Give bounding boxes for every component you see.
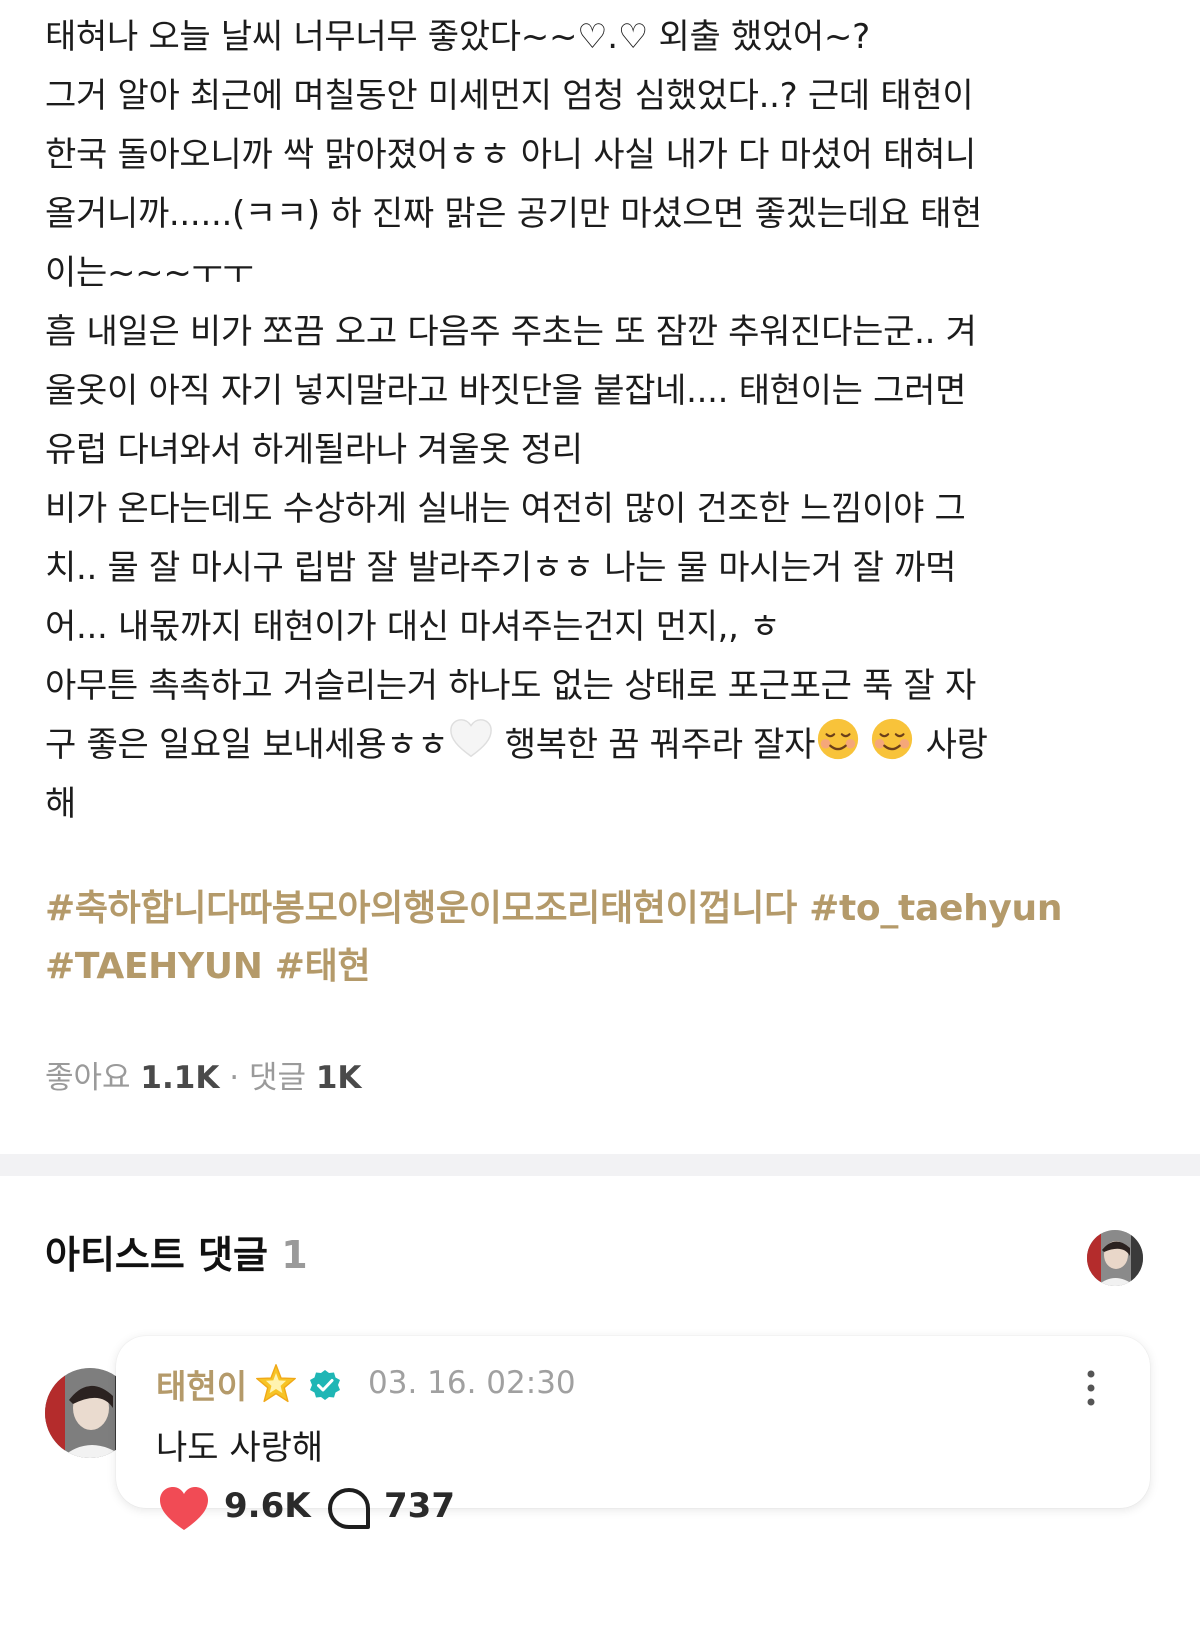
hashtag-link[interactable]: #축하합니다따봉모아의행운이모조리태현이껍니다 [45,888,797,929]
post-text-line: 울옷이 아직 자기 넣지말라고 바짓단을 붙잡네.... 태현이는 그러면 [45,371,967,411]
post-text-line: 해 [45,784,76,824]
smiling-face-icon [872,718,913,760]
avatar-photo [1087,1230,1143,1286]
post-text-line: 비가 온다는데도 수상하게 실내는 여전히 많이 건조한 느낌이야 그 [45,489,966,529]
artist-avatar-small[interactable] [1087,1230,1143,1286]
hashtag-link[interactable]: #태현 [275,946,371,987]
post-text-line: 그거 알아 최근에 며칠동안 미세먼지 엄청 심했었다..? 근데 태현이 [45,76,974,116]
post-stats: 좋아요 1.1K · 댓글 1K [45,1052,361,1097]
white-heart-icon [450,719,493,758]
smiling-face-icon [818,718,859,760]
comment-actions: 9.6K 737 [158,1476,558,1546]
post-text-line: 아무튼 촉촉하고 거슬리는거 하나도 없는 상태로 포근포근 푹 잘 자 [45,666,977,706]
comment-text: 나도 사랑해 [156,1428,324,1468]
post-text-line: 한국 돌아오니까 싹 맑아졌어ㅎㅎ 아니 사실 내가 다 마셨어 태혀니 [45,135,977,175]
comments-label: 댓글 [248,1060,306,1096]
verified-badge-icon [310,1370,340,1400]
section-divider [0,1154,1200,1176]
artist-comments-title: 아티스트 댓글 1 [45,1224,308,1279]
heart-icon [160,1487,208,1530]
post-text-line: 올거니까......(ㅋㅋ) 하 진짜 맑은 공기만 마셨으면 좋겠는데요 태현 [45,194,983,234]
like-count: 9.6K [224,1486,311,1526]
hashtag-line: #TAEHYUN #태현 [45,938,1155,996]
artist-comments-section: 아티스트 댓글 1 태현이 03. 16. 02:30 나도 사랑해 9.6K … [0,1176,1200,1645]
more-options-icon[interactable] [1076,1366,1106,1410]
artist-comments-count: 1 [281,1233,308,1277]
comment-timestamp: 03. 16. 02:30 [368,1365,576,1401]
post-text-line: 태혀나 오늘 날씨 너무너무 좋았다~~♡.♡ 외출 했었어~? [45,17,870,57]
likes-label: 좋아요 [45,1060,131,1096]
post-text-line: 유럽 다녀와서 하게될라나 겨울옷 정리 [45,430,583,470]
post-card: 태혀나 오늘 날씨 너무너무 좋았다~~♡.♡ 외출 했었어~? 그거 알아 최… [0,0,1200,1154]
post-text-line-with-emoji: 구 좋은 일요일 보내세용ㅎㅎ 행복한 꿈 꿔주라 잘자 사랑 [45,716,1155,775]
hashtag-line: #축하합니다따봉모아의행운이모조리태현이껍니다 #to_taehyun [45,880,1155,938]
post-text-line: 이는~~~ㅜㅜ [45,253,254,293]
hashtag-link[interactable]: #TAEHYUN [45,946,263,987]
reply-count: 737 [384,1486,455,1526]
artist-comments-title-text: 아티스트 댓글 [45,1233,268,1277]
likes-count[interactable]: 1.1K [140,1060,219,1096]
comment-author[interactable]: 태현이 [156,1360,247,1408]
post-text-segment: 구 좋은 일요일 보내세용ㅎㅎ [45,725,449,765]
post-page: 태혀나 오늘 날씨 너무너무 좋았다~~♡.♡ 외출 했었어~? 그거 알아 최… [0,0,1200,1645]
glowing-star-icon [256,1364,296,1403]
speech-bubble-icon [328,1488,370,1529]
post-text-line: 흠 내일은 비가 쪼끔 오고 다음주 주초는 또 잠깐 추워진다는군.. 겨 [45,312,977,352]
post-text-line: 어... 내몫까지 태현이가 대신 마셔주는건지 먼지,, ㅎ [45,607,781,647]
post-text-segment: 행복한 꿈 꿔주라 잘자 [494,725,816,765]
hashtag-link[interactable]: #to_taehyun [809,888,1062,929]
stats-dot: · [229,1060,240,1096]
post-body: 태혀나 오늘 날씨 너무너무 좋았다~~♡.♡ 외출 했었어~? 그거 알아 최… [45,8,1155,834]
post-text-segment: 사랑 [915,725,988,765]
post-text-line: 치.. 물 잘 마시구 립밤 잘 발라주기ㅎㅎ 나는 물 마시는거 잘 까먹 [45,548,957,588]
hashtag-list: #축하합니다따봉모아의행운이모조리태현이껍니다 #to_taehyun #TAE… [45,880,1155,996]
comments-count[interactable]: 1K [316,1060,362,1096]
